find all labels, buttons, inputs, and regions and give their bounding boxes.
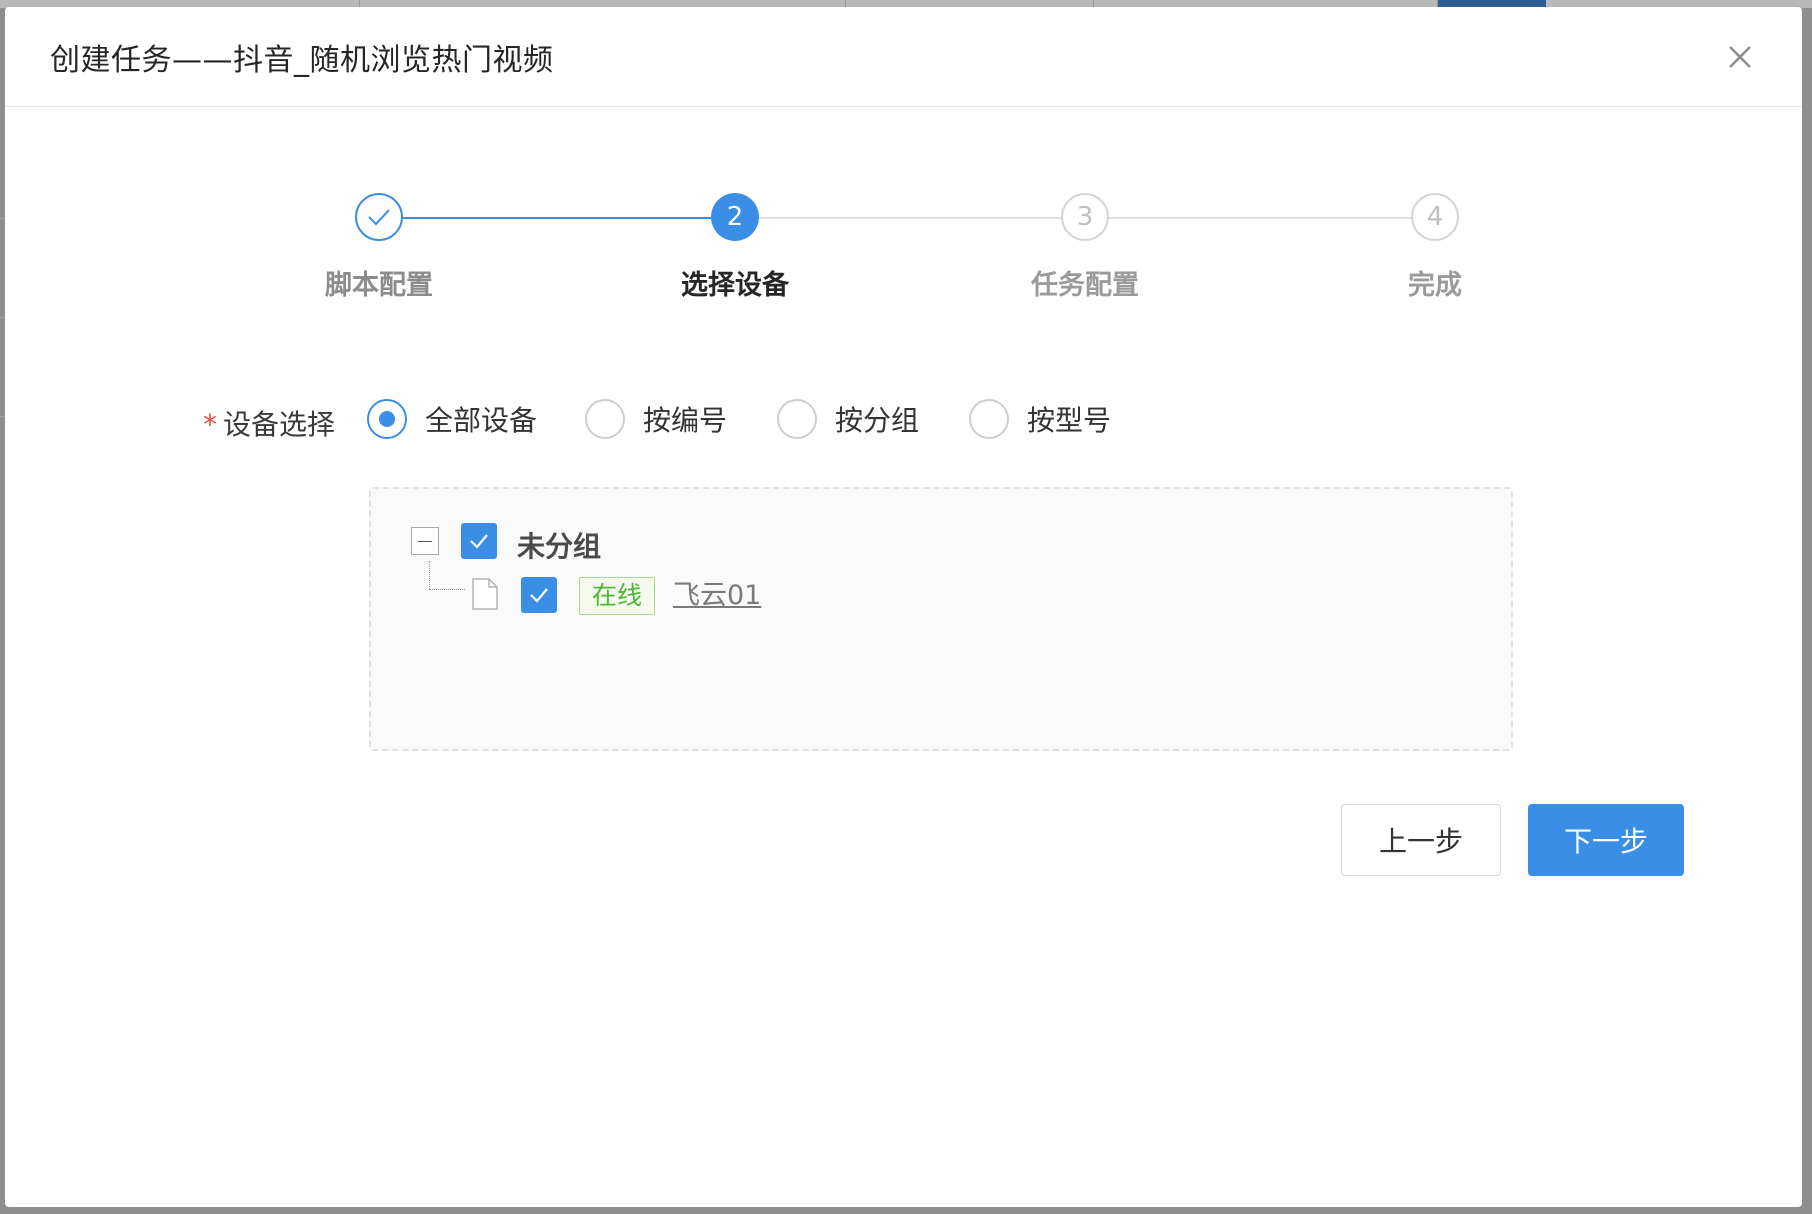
required-mark: * [203, 408, 217, 441]
step-connector-2 [759, 217, 1061, 219]
create-task-modal: 创建任务——抖音_随机浏览热门视频 2 3 4 脚本配置 选择设备 任务配置 完… [5, 7, 1802, 1207]
radio-label: 按分组 [835, 404, 920, 437]
radio-label: 按型号 [1027, 404, 1112, 437]
modal-title: 创建任务——抖音_随机浏览热门视频 [50, 43, 554, 78]
step-connector-1 [403, 217, 711, 219]
step-connector-3 [1109, 217, 1411, 219]
modal-header: 创建任务——抖音_随机浏览热门视频 [5, 7, 1802, 107]
radio-dot [367, 399, 407, 439]
radio-label: 按编号 [643, 404, 728, 437]
radio-by-model[interactable]: 按型号 [969, 399, 1111, 439]
step-4-node: 4 [1411, 193, 1459, 241]
check-icon [470, 534, 488, 549]
step-4-label: 完成 [1408, 270, 1462, 301]
radio-by-number[interactable]: 按编号 [585, 399, 727, 439]
device-select-label: * 设备选择 [203, 408, 336, 441]
next-step-button[interactable]: 下一步 [1528, 804, 1684, 876]
step-1-node [355, 193, 403, 241]
radio-dot [969, 399, 1009, 439]
prev-step-button[interactable]: 上一步 [1341, 804, 1501, 876]
radio-dot [585, 399, 625, 439]
step-1-label: 脚本配置 [325, 270, 433, 301]
group-checkbox[interactable] [461, 523, 497, 559]
step-3-label: 任务配置 [1031, 270, 1139, 301]
step-2-node: 2 [711, 193, 759, 241]
radio-by-group[interactable]: 按分组 [777, 399, 919, 439]
close-button[interactable] [1720, 37, 1760, 77]
file-icon [472, 578, 498, 610]
radio-all-devices[interactable]: 全部设备 [367, 399, 537, 439]
check-icon [530, 588, 548, 603]
radio-dot [777, 399, 817, 439]
device-tree: 未分组 在线 飞云01 [369, 487, 1513, 751]
online-status-tag: 在线 [579, 577, 656, 615]
check-icon [368, 209, 390, 226]
tree-connector [429, 561, 430, 589]
device-name-link[interactable]: 飞云01 [673, 577, 761, 615]
radio-label: 全部设备 [425, 404, 538, 437]
tree-group-label: 未分组 [517, 530, 602, 563]
step-3-node: 3 [1061, 193, 1109, 241]
device-checkbox[interactable] [521, 577, 557, 613]
tree-collapse-toggle[interactable] [411, 527, 439, 555]
tree-connector [429, 589, 465, 590]
close-icon [1729, 46, 1751, 68]
step-2-label: 选择设备 [681, 270, 789, 301]
